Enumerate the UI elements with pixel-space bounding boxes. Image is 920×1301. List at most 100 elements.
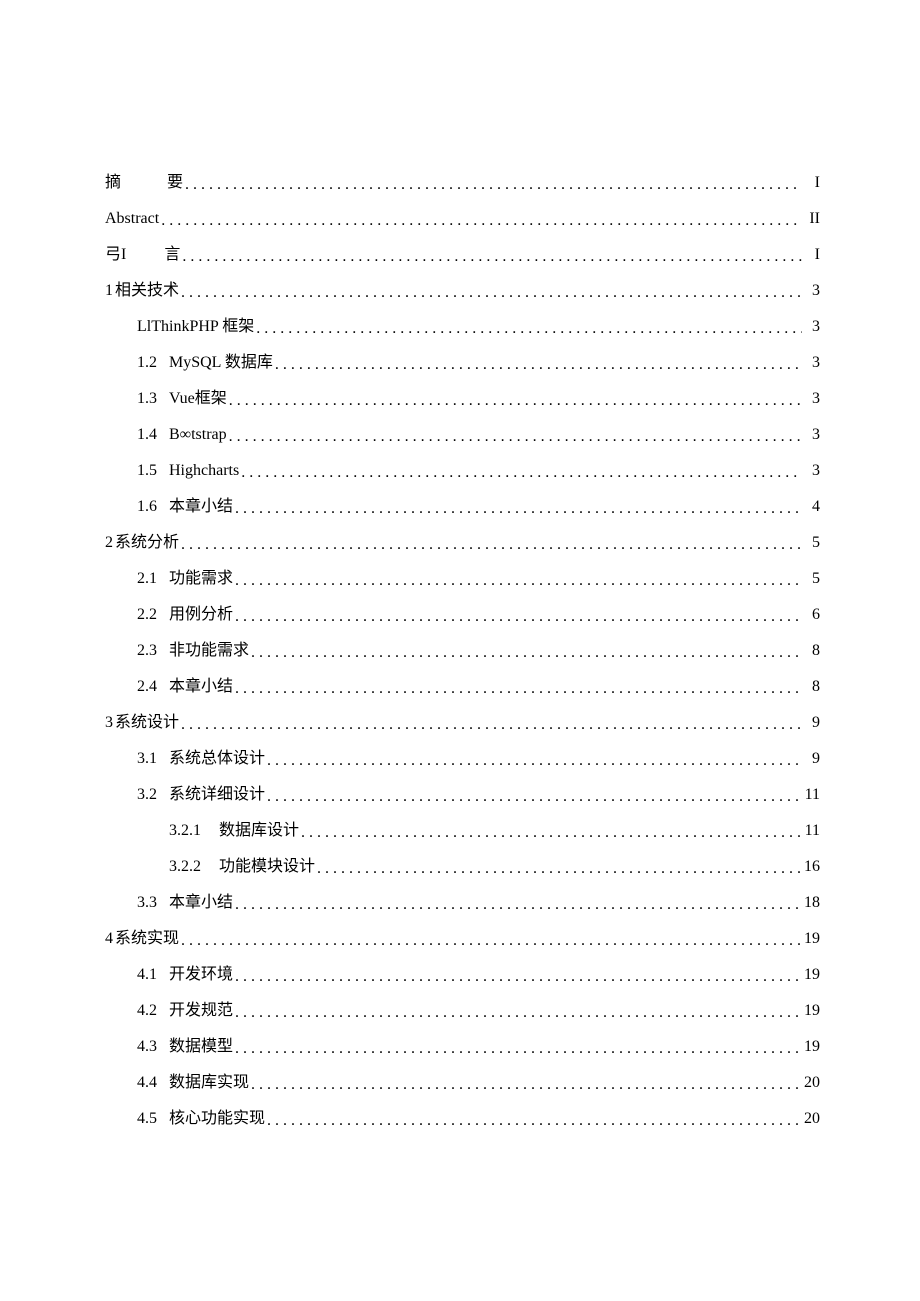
- toc-entry-page: 9: [802, 741, 820, 777]
- toc-leader-dots: [235, 995, 802, 1029]
- toc-entry: 4.2开发规范19: [105, 993, 820, 1029]
- toc-entry-label: LlThinkPHP 框架: [137, 309, 256, 345]
- toc-entry-label: 2系统分析: [105, 525, 181, 561]
- toc-entry-title: 相关技术: [115, 282, 179, 299]
- toc-entry: 2.2用例分析6: [105, 597, 820, 633]
- toc-leader-dots: [229, 419, 802, 453]
- toc-leader-dots: [235, 671, 802, 705]
- toc-leader-dots: [235, 1031, 802, 1065]
- toc-entry-page: 3: [802, 309, 820, 345]
- toc-entry-number: 1.6: [137, 489, 157, 525]
- toc-entry-title: 数据库设计: [219, 822, 299, 839]
- toc-entry-title: 本章小结: [169, 678, 233, 695]
- toc-entry-title: 开发规范: [169, 1002, 233, 1019]
- toc-entry-label: 4.5 核心功能实现: [137, 1101, 267, 1137]
- toc-leader-dots: [161, 203, 802, 237]
- toc-entry-number: 4: [105, 921, 113, 957]
- toc-entry-label: 1.5 Highcharts: [137, 453, 241, 489]
- toc-entry: LlThinkPHP 框架 3: [105, 309, 820, 345]
- toc-leader-dots: [275, 347, 802, 381]
- toc-entry-title: 核心功能实现: [169, 1110, 265, 1127]
- toc-entry-title: Vue框架: [169, 390, 227, 407]
- toc-entry-label: Abstract: [105, 201, 161, 237]
- toc-entry-page: 3: [802, 453, 820, 489]
- toc-entry-number: 2.3: [137, 633, 157, 669]
- toc-entry-page: 8: [802, 633, 820, 669]
- toc-entry: 2系统分析 5: [105, 525, 820, 561]
- toc-entry-title: 本章小结: [169, 498, 233, 515]
- toc-entry-page: 11: [802, 813, 820, 849]
- toc-entry-page: 11: [802, 777, 820, 813]
- toc-entry-number: 1.5: [137, 453, 157, 489]
- toc-entry: 3.2.1 数据库设计 11: [105, 813, 820, 849]
- toc-entry-page: 19: [802, 921, 820, 957]
- toc-entry-page: II: [802, 201, 820, 237]
- toc-entry-title: 开发环境: [169, 966, 233, 983]
- toc-entry-number: 2.4: [137, 669, 157, 705]
- toc-entry-title: LlThinkPHP 框架: [137, 318, 254, 335]
- toc-leader-dots: [235, 887, 802, 921]
- toc-leader-dots: [301, 815, 802, 849]
- toc-entry: 弓I言I: [105, 237, 820, 273]
- toc-entry-label: 3.2.2功能模块设计: [169, 849, 317, 885]
- toc-entry-title: Abstract: [105, 210, 159, 227]
- toc-entry-label: 2.3 非功能需求: [137, 633, 251, 669]
- toc-entry: 4.1开发环境 19: [105, 957, 820, 993]
- toc-entry: 1.6 本章小结 4: [105, 489, 820, 525]
- toc-entry-label: 2.1功能需求: [137, 561, 235, 597]
- toc-leader-dots: [267, 743, 802, 777]
- toc-leader-dots: [181, 527, 802, 561]
- toc-entry-title: 系统总体设计: [169, 750, 265, 767]
- toc-entry-page: 5: [802, 561, 820, 597]
- toc-entry-number: 4.2: [137, 993, 157, 1029]
- toc-entry-title: 用例分析: [169, 606, 233, 623]
- toc-entry-label: 4.2 开发规范: [137, 993, 235, 1029]
- toc-entry-title: 功能需求: [169, 570, 233, 587]
- toc-entry-number: 2.2: [137, 597, 157, 633]
- toc-entry-page: 3: [802, 417, 820, 453]
- toc-entry-title: 本章小结: [169, 894, 233, 911]
- toc-entry: 2.4本章小结8: [105, 669, 820, 705]
- toc-entry: Abstract II: [105, 201, 820, 237]
- toc-entry: 摘要I: [105, 165, 820, 201]
- toc-entry-title: 非功能需求: [169, 642, 249, 659]
- toc-leader-dots: [181, 707, 802, 741]
- toc-entry-label: 3.1系统总体设计: [137, 741, 267, 777]
- toc-entry-label: 2.4 本章小结: [137, 669, 235, 705]
- toc-entry-number: 1.3: [137, 381, 157, 417]
- toc-entry: 3.1系统总体设计 9: [105, 741, 820, 777]
- toc-entry-number: 3.2.1: [169, 813, 201, 849]
- toc-entry: 1.5 Highcharts 3: [105, 453, 820, 489]
- toc-entry-label: 3.2系统详细设计: [137, 777, 267, 813]
- toc-entry: 1.3Vue框架3: [105, 381, 820, 417]
- toc-leader-dots: [229, 383, 802, 417]
- toc-entry: 3.2.2功能模块设计 16: [105, 849, 820, 885]
- toc-entry-page: 19: [802, 957, 820, 993]
- toc-leader-dots: [235, 599, 802, 633]
- toc-entry-page: 3: [802, 273, 820, 309]
- toc-leader-dots: [235, 959, 802, 993]
- toc-leader-dots: [317, 851, 802, 885]
- toc-entry-label: 2.2 用例分析: [137, 597, 235, 633]
- toc-entry-number: 4.5: [137, 1101, 157, 1137]
- toc-entry: 1相关技术 3: [105, 273, 820, 309]
- toc-entry-page: 19: [802, 1029, 820, 1065]
- toc-entry-title: Highcharts: [169, 462, 239, 479]
- toc-entry-title: 数据库实现: [169, 1074, 249, 1091]
- toc-entry-number: 1.2: [137, 345, 157, 381]
- toc-entry-number: 3.3: [137, 885, 157, 921]
- toc-entry: 2.3 非功能需求 8: [105, 633, 820, 669]
- toc-entry-page: 4: [802, 489, 820, 525]
- toc-entry-label: 1.6 本章小结: [137, 489, 235, 525]
- toc-entry-page: 5: [802, 525, 820, 561]
- toc-entry-number: 1.4: [137, 417, 157, 453]
- toc-entry: 1.2MySQL 数据库3: [105, 345, 820, 381]
- toc-entry-page: 16: [802, 849, 820, 885]
- toc-leader-dots: [267, 1103, 802, 1137]
- toc-entry-label: 1相关技术: [105, 273, 181, 309]
- toc-entry-page: I: [802, 165, 820, 201]
- toc-entry-page: 18: [802, 885, 820, 921]
- toc-entry-label: 4.1开发环境: [137, 957, 235, 993]
- toc-entry-number: 3.2.2: [169, 849, 201, 885]
- toc-entry-title: 言: [164, 246, 180, 263]
